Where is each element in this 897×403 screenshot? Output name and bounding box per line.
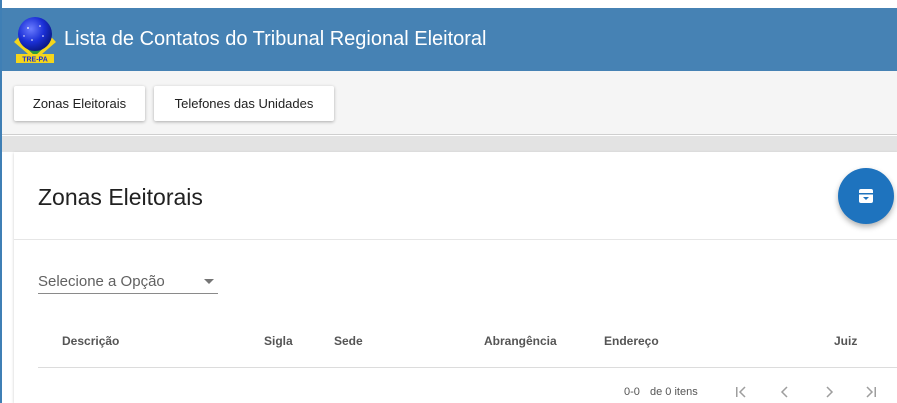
previous-page-button[interactable] <box>774 381 796 403</box>
paginator-range: 0-0 <box>624 386 640 398</box>
window-edge <box>0 0 2 403</box>
archive-button[interactable] <box>838 168 894 224</box>
tab-zonas-eleitorais[interactable]: Zonas Eleitorais <box>14 86 145 121</box>
column-header-juiz[interactable]: Juiz <box>834 334 857 348</box>
last-page-button[interactable] <box>860 381 882 403</box>
app-title: Lista de Contatos do Tribunal Regional E… <box>64 28 487 50</box>
first-page-button[interactable] <box>730 381 752 403</box>
next-page-icon <box>826 386 834 398</box>
select-placeholder: Selecione a Opção <box>38 273 165 290</box>
zonas-card: Zonas Eleitorais Selecione a Opção Descr… <box>14 152 897 403</box>
column-header-descricao[interactable]: Descrição <box>62 334 119 348</box>
caret-down-icon <box>204 279 214 284</box>
next-page-button[interactable] <box>818 381 840 403</box>
table-divider <box>38 367 897 368</box>
content-background <box>0 136 897 152</box>
card-divider <box>14 239 897 240</box>
logo-text: TRE-PA <box>22 57 48 64</box>
app-header: TRE-PA Lista de Contatos do Tribunal Reg… <box>0 8 897 71</box>
previous-page-icon <box>780 386 788 398</box>
column-header-sigla[interactable]: Sigla <box>264 334 293 348</box>
column-header-endereco[interactable]: Endereço <box>604 334 659 348</box>
tre-pa-logo: TRE-PA <box>10 14 60 64</box>
last-page-icon <box>866 386 876 398</box>
page-title: Zonas Eleitorais <box>38 184 203 210</box>
archive-icon <box>859 189 873 203</box>
first-page-icon <box>736 386 746 398</box>
tab-bar: Zonas Eleitorais Telefones das Unidades <box>0 71 897 135</box>
column-header-sede[interactable]: Sede <box>334 334 363 348</box>
tab-telefones-unidades[interactable]: Telefones das Unidades <box>154 86 334 121</box>
option-select[interactable]: Selecione a Opção <box>38 270 218 294</box>
column-header-abrangencia[interactable]: Abrangência <box>484 334 557 348</box>
paginator-total: de 0 itens <box>650 386 698 398</box>
